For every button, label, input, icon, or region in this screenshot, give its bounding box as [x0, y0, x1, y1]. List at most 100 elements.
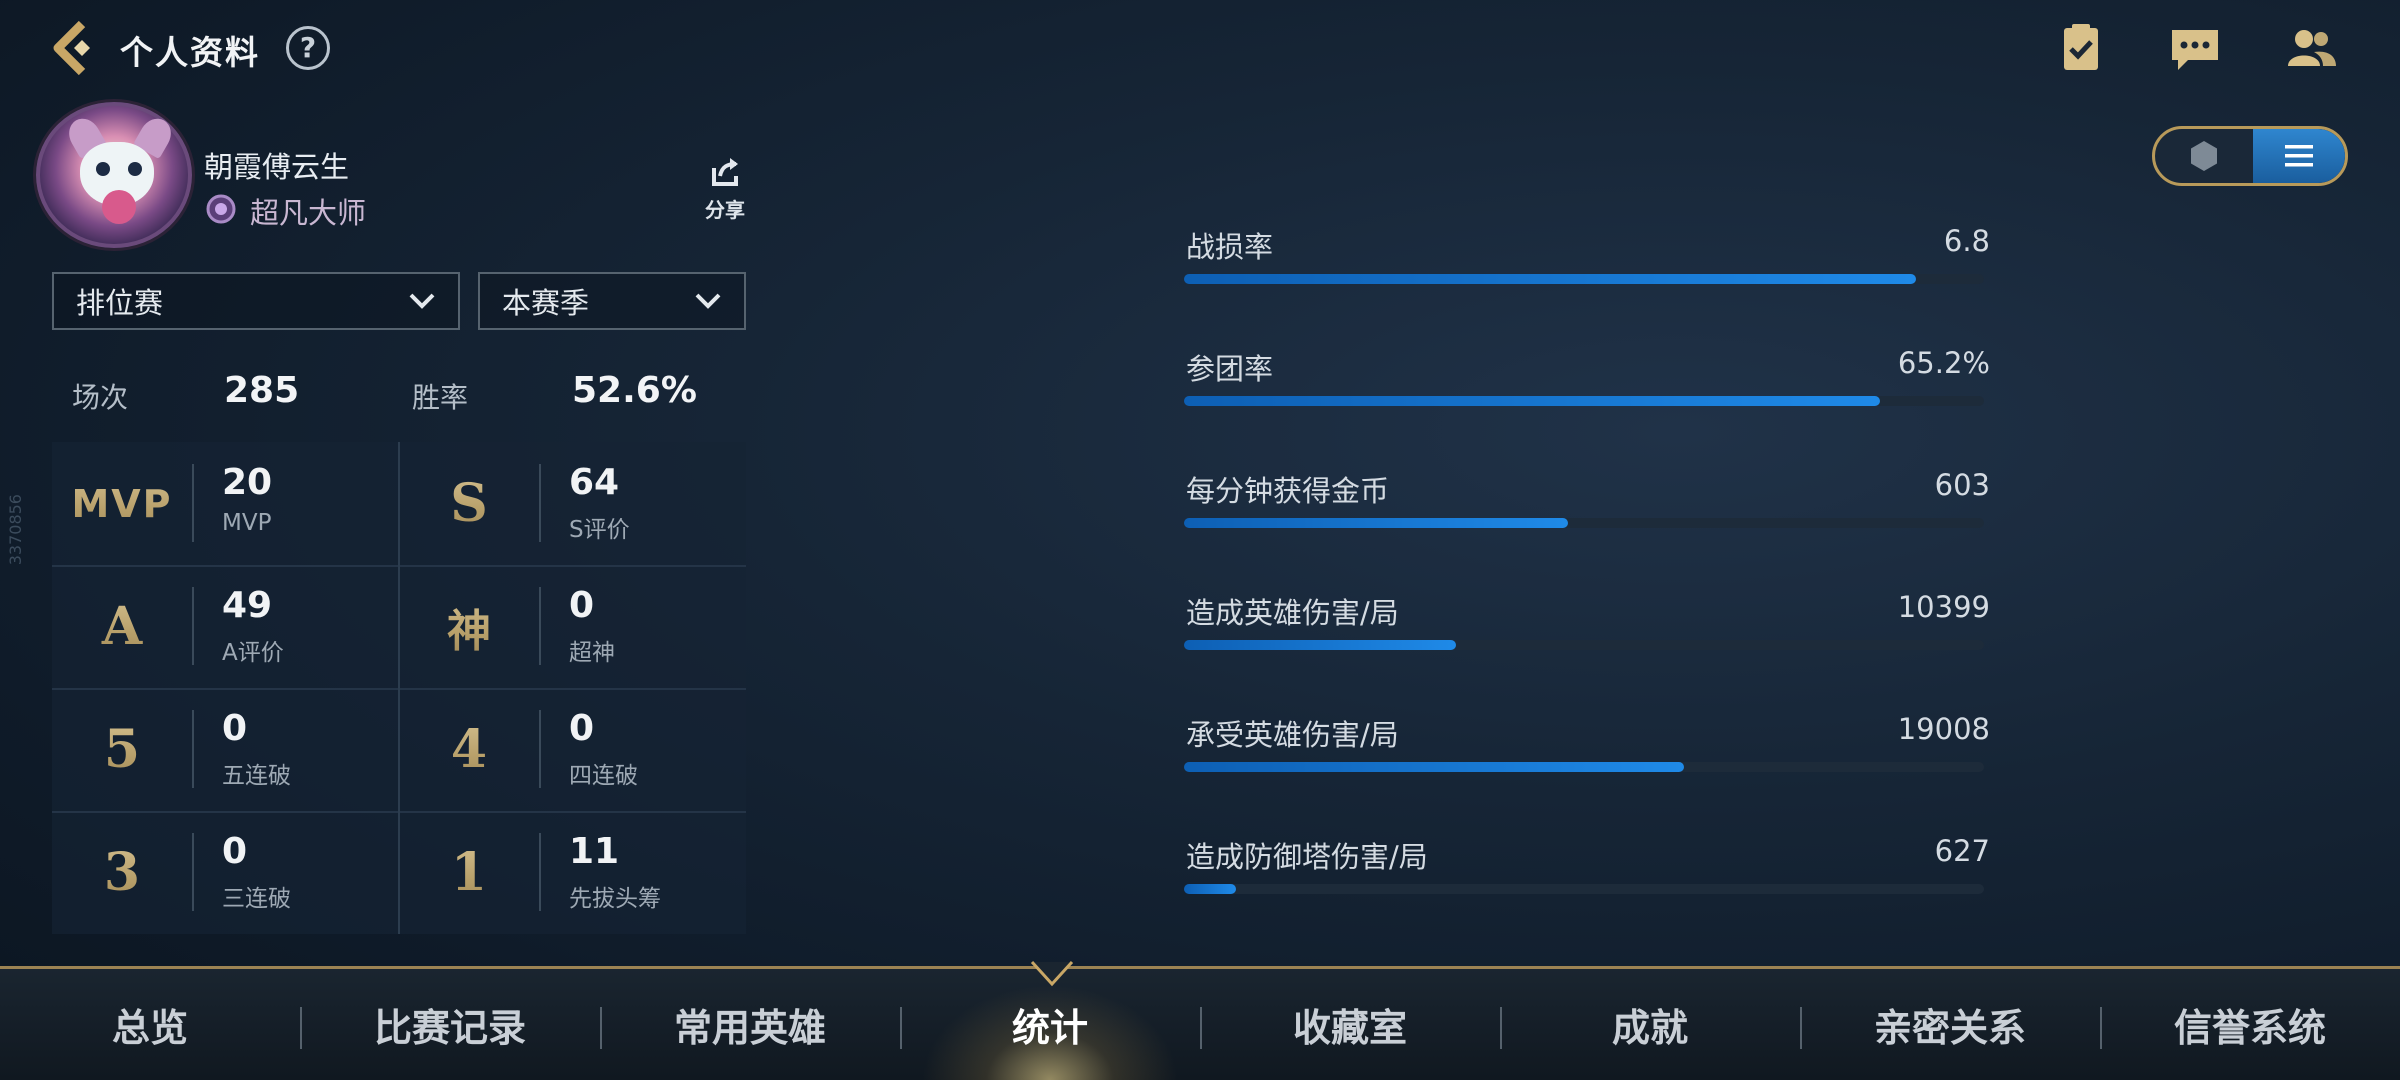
stat-grid: MVP 20 MVP S 64 S评价 A 49 A评价 神 0 超神 5 0 …: [52, 442, 746, 934]
stat-value: 20: [222, 462, 273, 503]
metric-row: 造成防御塔伤害/局 627: [1184, 834, 1990, 914]
metric-bar-fill: [1184, 884, 1236, 894]
stat-value: 0: [222, 708, 248, 749]
chevron-down-icon: [409, 293, 435, 309]
stat-cell-penta-kill: 5 0 五连破: [52, 688, 399, 811]
task-checklist-icon[interactable]: [2054, 22, 2108, 76]
metric-bar-fill: [1184, 518, 1568, 528]
season-dropdown-value: 本赛季: [502, 286, 590, 320]
player-name: 朝霞傅云生: [204, 150, 350, 184]
mode-dropdown[interactable]: 排位赛: [52, 272, 460, 330]
stat-caption: 三连破: [222, 886, 291, 912]
help-icon[interactable]: ?: [286, 26, 330, 70]
stat-caption: MVP: [222, 510, 272, 536]
stat-cell-first-blood: 1 11 先拔头筹: [399, 811, 746, 934]
stat-value: 49: [222, 585, 273, 626]
tab-relationships[interactable]: 亲密关系: [1800, 969, 2100, 1080]
stat-cell-s-rating: S 64 S评价: [399, 442, 746, 565]
metric-value: 10399: [1897, 590, 1990, 624]
stat-value: 64: [569, 462, 620, 503]
page-title: 个人资料: [120, 33, 260, 72]
rank-badge-icon: [204, 192, 238, 226]
stat-cell-mvp: MVP 20 MVP: [52, 442, 399, 565]
metric-label: 造成防御塔伤害/局: [1186, 840, 1428, 874]
share-button[interactable]: 分享: [700, 154, 750, 224]
metric-label: 参团率: [1186, 352, 1274, 386]
stat-value: 0: [569, 585, 595, 626]
metric-bar-track: [1184, 884, 1984, 894]
radar-view-button[interactable]: [2155, 129, 2253, 183]
share-label: 分享: [705, 198, 745, 222]
stat-cell-a-rating: A 49 A评价: [52, 565, 399, 688]
metric-bar-track: [1184, 274, 1984, 284]
metric-row: 每分钟获得金币 603: [1184, 468, 1990, 548]
metric-row: 战损率 6.8: [1184, 224, 1990, 304]
metric-label: 造成英雄伤害/局: [1186, 596, 1399, 630]
metric-bar-fill: [1184, 762, 1684, 772]
a-rating-symbol: A: [52, 565, 192, 688]
bottom-nav: 总览 比赛记录 常用英雄 统计 收藏室 成就 亲密关系 信誉系统: [0, 966, 2400, 1080]
penta-kill-symbol: 5: [52, 688, 192, 811]
view-toggle: [2152, 126, 2348, 186]
metric-label: 战损率: [1186, 230, 1274, 264]
stat-value: 0: [569, 708, 595, 749]
metric-bar-track: [1184, 762, 1984, 772]
winrate-value: 52.6%: [572, 370, 697, 411]
metric-row: 参团率 65.2%: [1184, 346, 1990, 426]
stat-cell-quadra-kill: 4 0 四连破: [399, 688, 746, 811]
stat-caption: 四连破: [569, 763, 638, 789]
godlike-symbol: 神: [399, 565, 539, 688]
side-code: 3370856: [6, 494, 25, 566]
triple-kill-symbol: 3: [52, 811, 192, 934]
metric-bar-track: [1184, 518, 1984, 528]
tab-overview[interactable]: 总览: [0, 969, 300, 1080]
season-dropdown[interactable]: 本赛季: [478, 272, 746, 330]
metric-value: 19008: [1897, 712, 1990, 746]
metric-row: 造成英雄伤害/局 10399: [1184, 590, 1990, 670]
quadra-kill-symbol: 4: [399, 688, 539, 811]
metric-bar-track: [1184, 640, 1984, 650]
friends-icon[interactable]: [2284, 22, 2338, 76]
games-value: 285: [224, 370, 300, 411]
metric-bar-fill: [1184, 640, 1456, 650]
stat-value: 0: [222, 831, 248, 872]
rank-name: 超凡大师: [250, 196, 367, 230]
tab-credit-system[interactable]: 信誉系统: [2100, 969, 2400, 1080]
tab-common-heroes[interactable]: 常用英雄: [600, 969, 900, 1080]
metric-bar-track: [1184, 396, 1984, 406]
back-arrow-icon[interactable]: [48, 18, 104, 78]
s-rating-symbol: S: [399, 442, 539, 565]
list-view-button[interactable]: [2253, 129, 2345, 183]
metric-value: 603: [1934, 468, 1990, 502]
metric-value: 65.2%: [1897, 346, 1990, 380]
stat-caption: 五连破: [222, 763, 291, 789]
metric-value: 627: [1934, 834, 1990, 868]
metric-bar-fill: [1184, 274, 1916, 284]
tab-achievements[interactable]: 成就: [1500, 969, 1800, 1080]
tab-collection[interactable]: 收藏室: [1200, 969, 1500, 1080]
stat-cell-triple-kill: 3 0 三连破: [52, 811, 399, 934]
stat-caption: 超神: [569, 640, 615, 666]
radar-icon: [2191, 141, 2217, 171]
metric-value: 6.8: [1943, 224, 1990, 258]
tab-match-history[interactable]: 比赛记录: [300, 969, 600, 1080]
winrate-label: 胜率: [412, 381, 469, 414]
avatar[interactable]: [36, 102, 192, 248]
active-tab-indicator: [1030, 960, 1074, 988]
stat-caption: S评价: [569, 517, 630, 543]
share-icon: [712, 158, 738, 186]
stat-caption: A评价: [222, 640, 284, 666]
mode-dropdown-value: 排位赛: [76, 286, 164, 320]
stat-cell-godlike: 神 0 超神: [399, 565, 746, 688]
stat-caption: 先拔头筹: [569, 886, 661, 912]
chat-icon[interactable]: [2168, 22, 2222, 76]
stat-value: 11: [569, 831, 620, 872]
first-blood-symbol: 1: [399, 811, 539, 934]
metric-bar-fill: [1184, 396, 1880, 406]
metric-label: 承受英雄伤害/局: [1186, 718, 1399, 752]
metric-label: 每分钟获得金币: [1186, 474, 1390, 508]
chevron-down-icon: [695, 293, 721, 309]
games-label: 场次: [72, 381, 129, 414]
list-icon: [2285, 145, 2313, 167]
metric-row: 承受英雄伤害/局 19008: [1184, 712, 1990, 792]
